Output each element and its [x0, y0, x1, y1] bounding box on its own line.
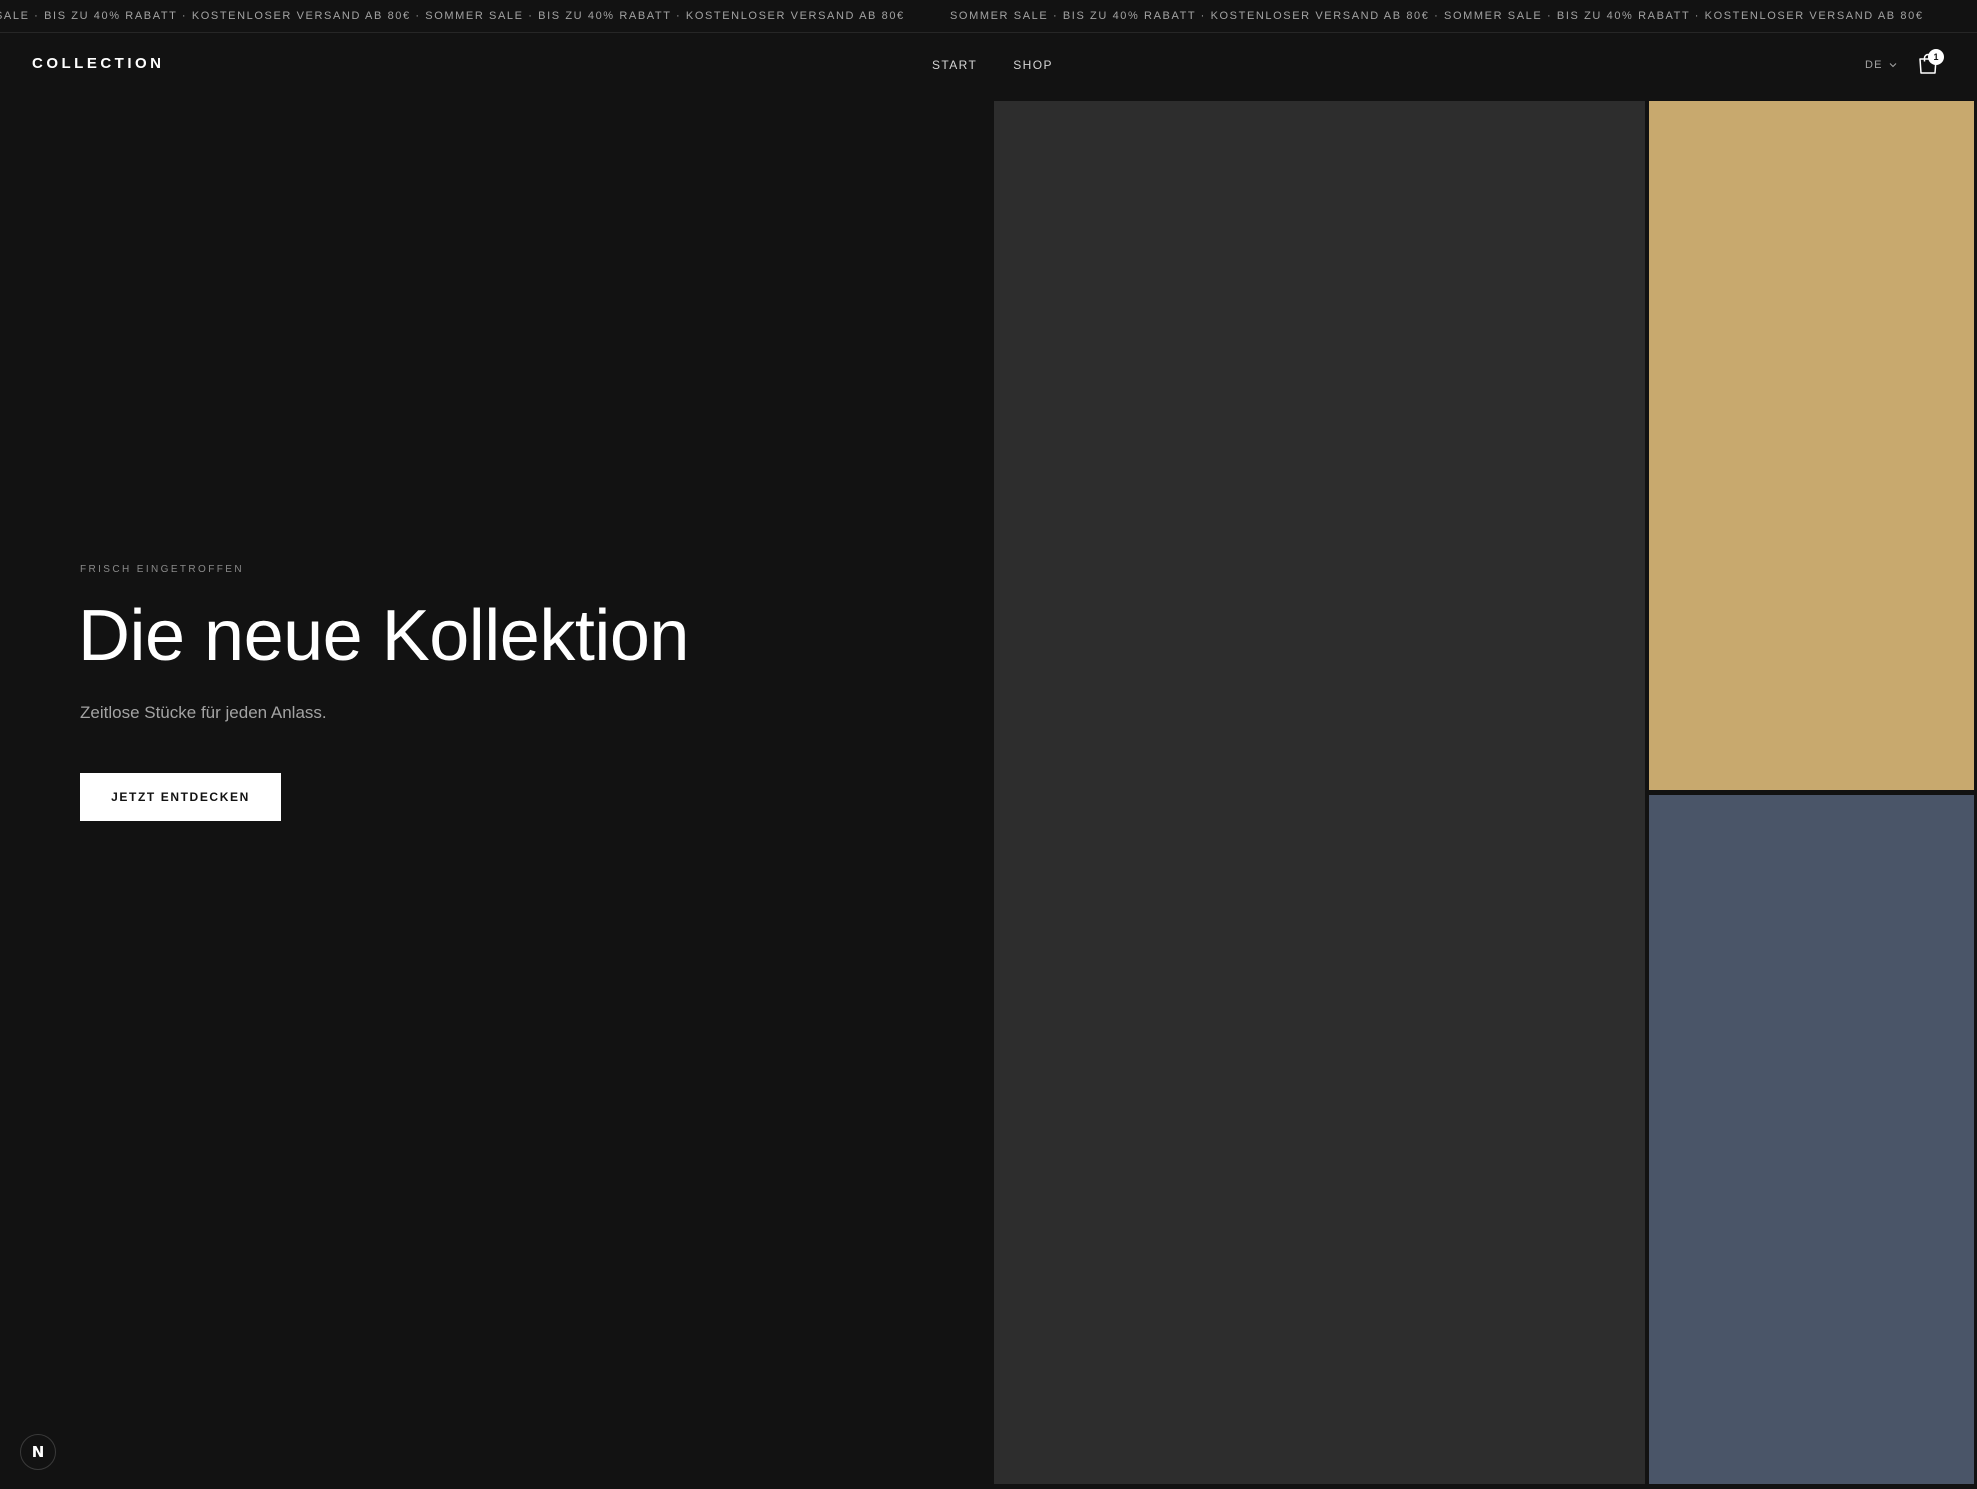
- dev-tools-button[interactable]: N: [20, 1434, 56, 1470]
- cart-count-badge: 1: [1928, 49, 1944, 65]
- site-header: COLLECTION START SHOP DE 1: [0, 33, 1977, 101]
- nav-item-shop[interactable]: SHOP: [1013, 58, 1053, 72]
- language-selector[interactable]: DE: [1865, 59, 1897, 71]
- discover-button[interactable]: JETZT ENTDECKEN: [80, 773, 281, 821]
- announcement-text: SALE · BIS ZU 40% RABATT · KOSTENLOSER V…: [0, 10, 905, 22]
- chevron-down-icon: [1889, 63, 1897, 68]
- nav-item-start[interactable]: START: [932, 58, 977, 72]
- language-label: DE: [1865, 59, 1883, 71]
- hero-image-gold: [1649, 101, 1974, 790]
- hero-title: Die neue Kollektion: [78, 596, 689, 676]
- announcement-bar: SALE · BIS ZU 40% RABATT · KOSTENLOSER V…: [0, 0, 1977, 33]
- hero-image-main: [994, 101, 1645, 1484]
- logo[interactable]: COLLECTION: [32, 55, 165, 72]
- hero-image-slate: [1649, 795, 1974, 1484]
- main-nav: START SHOP: [932, 58, 1053, 72]
- announcement-text: SOMMER SALE · BIS ZU 40% RABATT · KOSTEN…: [950, 10, 1924, 22]
- dev-badge-label: N: [31, 1443, 45, 1461]
- hero-eyebrow: FRISCH EINGETROFFEN: [80, 564, 244, 575]
- hero-subtitle: Zeitlose Stücke für jeden Anlass.: [80, 703, 327, 722]
